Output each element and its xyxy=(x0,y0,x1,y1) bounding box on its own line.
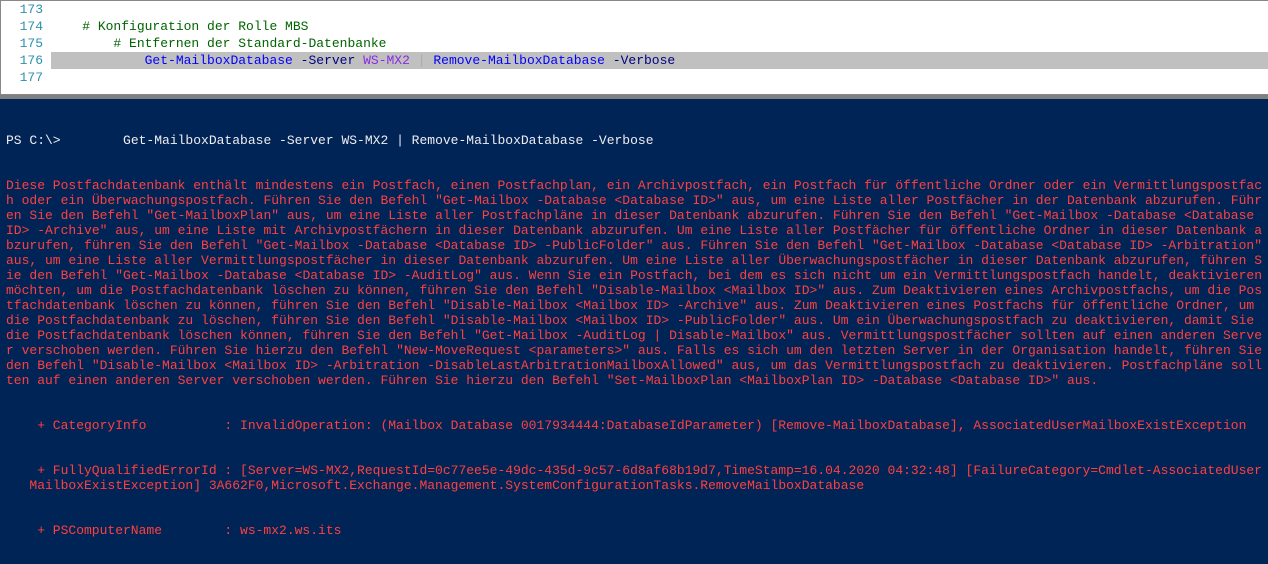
code-line[interactable]: 174 # Konfiguration der Rolle MBS xyxy=(1,18,1268,35)
console-error-fqid: + FullyQualifiedErrorId : [Server=WS-MX2… xyxy=(6,463,1262,493)
line-number: 175 xyxy=(1,35,51,52)
code-token xyxy=(51,36,113,51)
code-token: | xyxy=(418,53,426,68)
line-number: 177 xyxy=(1,69,51,86)
code-token: Remove-MailboxDatabase xyxy=(433,53,605,68)
line-number: 173 xyxy=(1,1,51,18)
console-error-categoryinfo: + CategoryInfo : InvalidOperation: (Mail… xyxy=(6,418,1262,433)
code-token: Get-MailboxDatabase xyxy=(145,53,293,68)
code-token xyxy=(51,19,82,34)
console-error-pscomputer: + PSComputerName : ws-mx2.ws.its xyxy=(6,523,1262,538)
code-content[interactable]: # Entfernen der Standard-Datenbanke xyxy=(51,35,1268,52)
console-prompt-line: PS C:\> Get-MailboxDatabase -Server WS-M… xyxy=(6,133,1262,148)
code-token xyxy=(410,53,418,68)
code-line[interactable]: 175 # Entfernen der Standard-Datenbanke xyxy=(1,35,1268,52)
line-number: 174 xyxy=(1,18,51,35)
code-token: # Entfernen der Standard-Datenbanke xyxy=(113,36,386,51)
line-number: 176 xyxy=(1,52,51,69)
code-line[interactable]: 176 Get-MailboxDatabase -Server WS-MX2 |… xyxy=(1,52,1268,69)
code-token xyxy=(293,53,301,68)
code-token: -Verbose xyxy=(613,53,675,68)
script-editor-pane[interactable]: 173174 # Konfiguration der Rolle MBS175 … xyxy=(0,0,1268,95)
code-line[interactable]: 177 xyxy=(1,69,1268,86)
code-content[interactable]: Get-MailboxDatabase -Server WS-MX2 | Rem… xyxy=(51,52,1268,69)
code-token xyxy=(51,53,145,68)
code-token: # Konfiguration der Rolle MBS xyxy=(82,19,308,34)
code-token: WS-MX2 xyxy=(363,53,410,68)
code-content[interactable]: # Konfiguration der Rolle MBS xyxy=(51,18,1268,35)
code-line[interactable]: 173 xyxy=(1,1,1268,18)
code-token: -Server xyxy=(301,53,356,68)
code-token xyxy=(605,53,613,68)
console-output-pane[interactable]: PS C:\> Get-MailboxDatabase -Server WS-M… xyxy=(0,99,1268,564)
code-content[interactable] xyxy=(51,69,1268,86)
code-content[interactable] xyxy=(51,1,1268,18)
code-token xyxy=(355,53,363,68)
console-error-body: Diese Postfachdatenbank enthält mindeste… xyxy=(6,178,1262,388)
